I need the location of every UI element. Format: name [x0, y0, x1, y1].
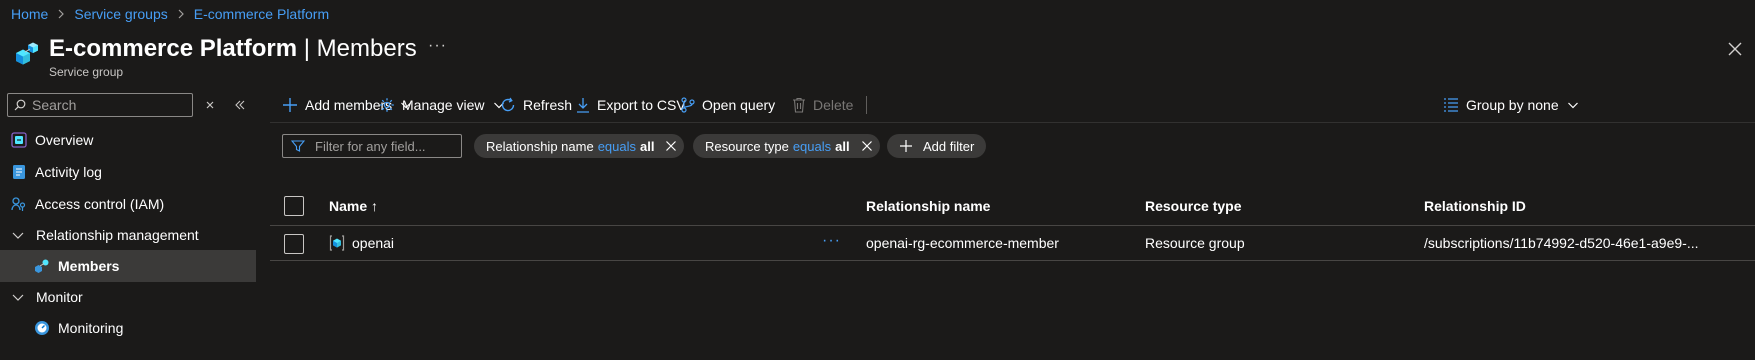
member-name-link[interactable]: openai [352, 235, 394, 251]
sidebar-item-label: Access control (IAM) [35, 196, 165, 212]
toolbar-divider [866, 96, 867, 114]
column-header-resource-type[interactable]: Resource type [1145, 198, 1241, 214]
column-header-relationship-name[interactable]: Relationship name [866, 198, 990, 214]
sidebar-item-label: Activity log [35, 164, 102, 180]
download-icon [577, 98, 589, 113]
remove-filter-icon[interactable] [854, 134, 880, 158]
select-all-checkbox[interactable] [284, 196, 304, 216]
breadcrumb-service-groups[interactable]: Service groups [74, 6, 167, 22]
sidebar-nav: Overview Activity log Access control (IA… [0, 124, 256, 344]
chevron-right-icon [57, 9, 65, 19]
open-query-button[interactable]: Open query [681, 92, 775, 118]
clear-search-icon[interactable] [201, 96, 219, 114]
remove-filter-icon[interactable] [658, 134, 684, 158]
row-checkbox[interactable] [284, 234, 304, 254]
collapse-sidebar-icon[interactable] [231, 96, 249, 114]
refresh-icon [501, 97, 515, 112]
command-bar: Add members Manage view Refresh Export t… [270, 92, 1755, 126]
group-by-button[interactable]: Group by none [1443, 92, 1579, 118]
sidebar-item-activity-log[interactable]: Activity log [0, 156, 256, 188]
sidebar-item-label: Overview [35, 132, 94, 148]
cell-relationship-name: openai-rg-ecommerce-member [866, 235, 1059, 251]
refresh-button[interactable]: Refresh [500, 92, 572, 118]
sidebar-group-monitor[interactable]: Monitor [0, 282, 256, 312]
access-control-icon [11, 196, 27, 212]
chevron-right-icon [177, 9, 185, 19]
breadcrumb-ecommerce-platform[interactable]: E-commerce Platform [194, 6, 329, 22]
close-icon[interactable] [1725, 39, 1745, 59]
sidebar-item-access-control[interactable]: Access control (IAM) [0, 188, 256, 220]
breadcrumb-home[interactable]: Home [11, 6, 48, 22]
chevron-down-icon [11, 290, 25, 304]
breadcrumb: Home Service groups E-commerce Platform [11, 5, 329, 23]
service-group-icon [11, 41, 41, 71]
row-more-options-button[interactable]: ··· [822, 232, 841, 250]
cell-relationship-id: /subscriptions/11b74992-d520-46e1-a9e9-.… [1424, 235, 1699, 251]
page-header: E-commerce Platform | Members ··· Servic… [11, 32, 1755, 88]
group-list-icon [1444, 98, 1458, 112]
delete-button[interactable]: Delete [792, 92, 853, 118]
sidebar-item-label: Relationship management [36, 227, 199, 243]
column-header-relationship-id[interactable]: Relationship ID [1424, 198, 1526, 214]
plus-icon [283, 98, 297, 112]
page-title: E-commerce Platform | Members [49, 35, 417, 62]
column-header-name[interactable]: Name ↑ [329, 198, 378, 214]
add-filter-button[interactable]: Add filter [887, 134, 987, 158]
overview-icon [11, 132, 27, 148]
chevron-down-icon [11, 228, 25, 242]
sidebar-group-relationship-management[interactable]: Relationship management [0, 220, 256, 250]
filter-input[interactable] [315, 138, 455, 154]
monitoring-icon [34, 320, 50, 336]
sidebar-item-monitoring[interactable]: Monitoring [0, 312, 256, 344]
filter-pill-relationship-name[interactable]: Relationship name equals all [474, 134, 685, 158]
sidebar-item-label: Monitor [36, 289, 83, 305]
sidebar-item-overview[interactable]: Overview [0, 124, 256, 156]
cell-resource-type: Resource group [1145, 235, 1245, 251]
sidebar-item-members[interactable]: Members [0, 250, 256, 282]
toolbar-divider-line [270, 122, 1755, 123]
chevron-down-icon [1567, 102, 1578, 109]
table-row: openai ··· openai-rg-ecommerce-member Re… [270, 227, 1755, 261]
sidebar-item-label: Members [58, 258, 120, 274]
sidebar-item-label: Monitoring [58, 320, 124, 336]
resource-group-icon [329, 235, 345, 251]
search-icon [14, 99, 26, 111]
manage-view-button[interactable]: Manage view [379, 92, 505, 118]
sidebar-search-input[interactable] [32, 97, 182, 113]
filter-box[interactable] [282, 134, 462, 158]
gear-icon [380, 98, 394, 112]
filter-icon [291, 140, 305, 152]
sidebar: Overview Activity log Access control (IA… [0, 92, 256, 360]
members-icon [34, 258, 50, 274]
trash-icon [793, 97, 805, 113]
export-csv-button[interactable]: Export to CSV [576, 92, 686, 118]
filter-pill-resource-type[interactable]: Resource type equals all [693, 134, 880, 158]
sidebar-search[interactable] [7, 93, 193, 117]
plus-icon [900, 140, 912, 152]
more-options-button[interactable]: ··· [428, 37, 447, 55]
query-icon [681, 97, 695, 113]
page-subtitle: Service group [49, 65, 124, 79]
activity-log-icon [11, 164, 27, 180]
table-header: Name ↑ Relationship name Resource type R… [270, 190, 1755, 226]
